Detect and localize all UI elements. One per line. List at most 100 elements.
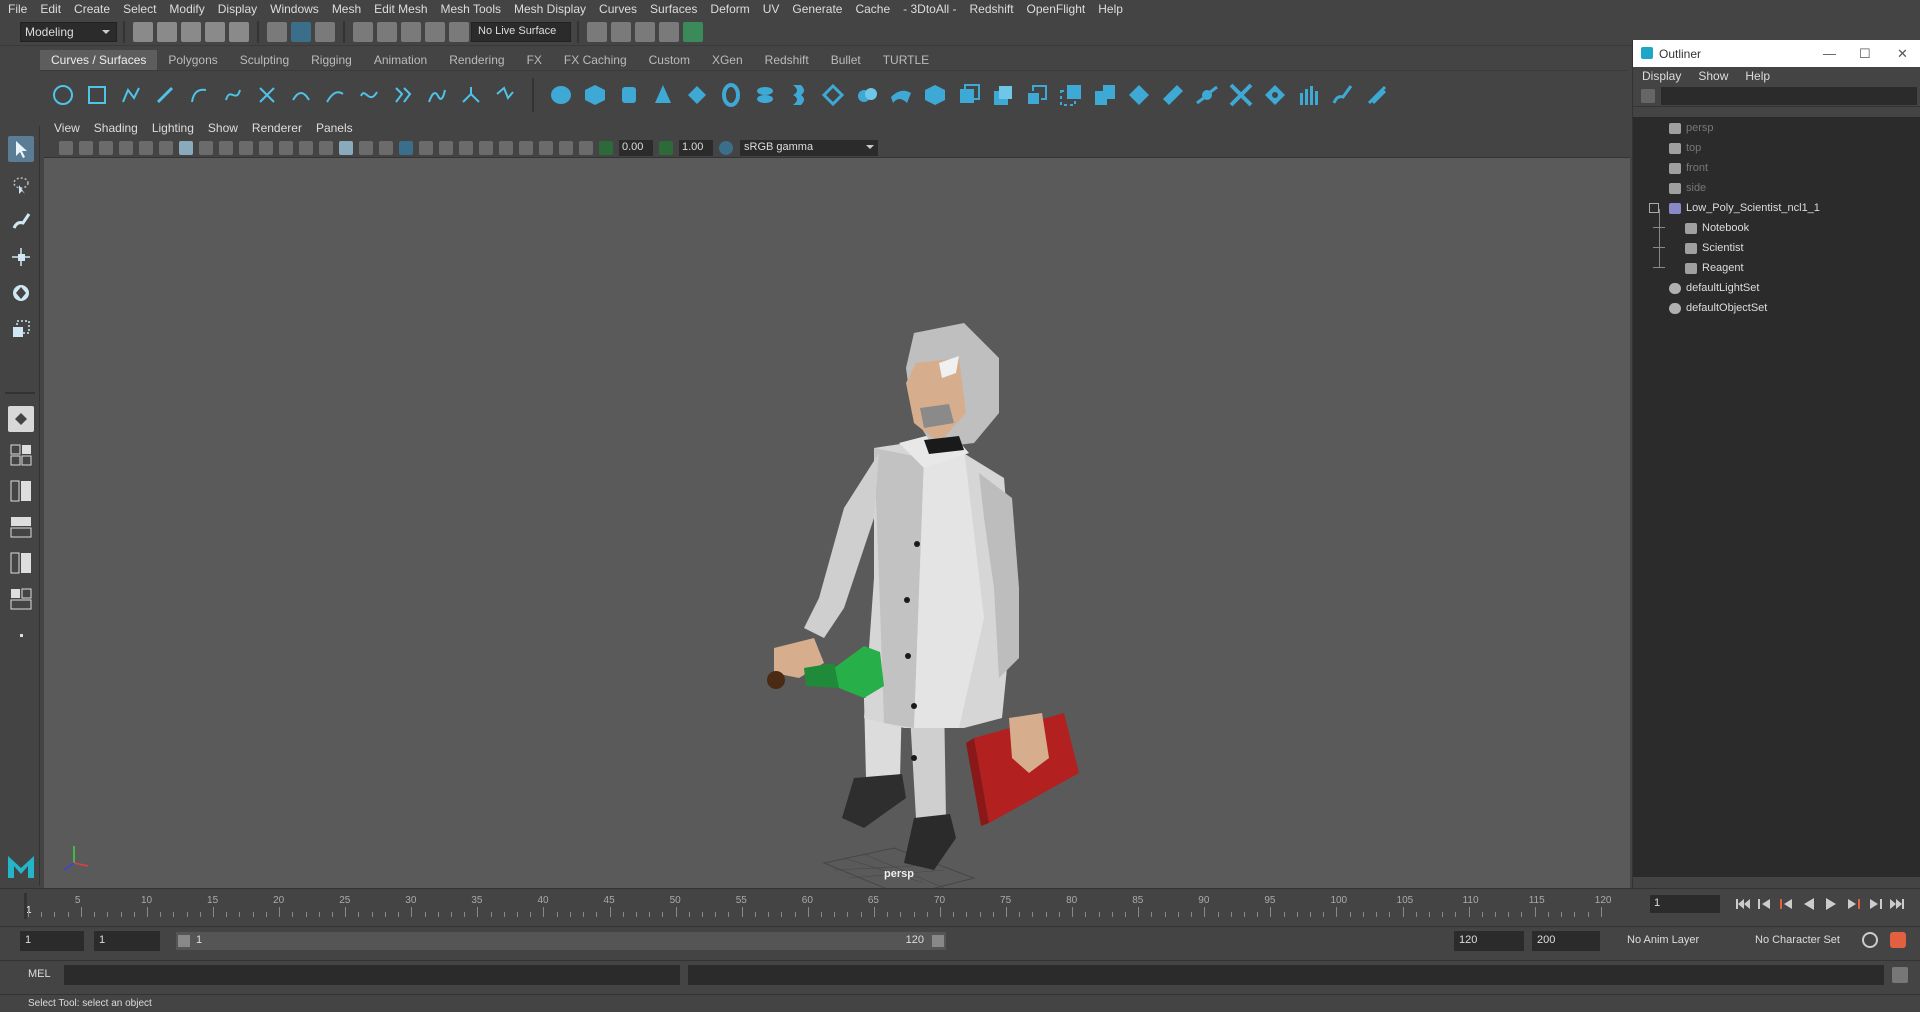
tab-polygons[interactable]: Polygons [157, 50, 229, 70]
select-tool-icon[interactable] [8, 136, 34, 162]
current-frame-field[interactable]: 1 [1650, 895, 1720, 913]
tab-fx-caching[interactable]: FX Caching [552, 50, 638, 70]
menu-cache[interactable]: Cache [855, 2, 890, 16]
open-scene-icon[interactable] [157, 21, 177, 42]
tab-rendering[interactable]: Rendering [438, 50, 516, 70]
step-back-frame-icon[interactable] [1758, 897, 1772, 911]
save-scene-icon[interactable] [181, 21, 201, 42]
gamma-icon[interactable] [659, 140, 673, 155]
color-management-icon[interactable] [719, 140, 733, 155]
rebuild-surface-icon[interactable] [1126, 82, 1152, 108]
bevel-plus-icon[interactable] [990, 82, 1016, 108]
nurbs-torus-icon[interactable] [718, 82, 744, 108]
screen-space-ao-icon[interactable] [439, 140, 453, 155]
collapse-toggle-icon[interactable] [1649, 203, 1659, 213]
menu-mesh-display[interactable]: Mesh Display [514, 2, 586, 16]
scale-tool-icon[interactable] [8, 316, 34, 342]
round-tool-icon[interactable] [1160, 82, 1186, 108]
shadows-icon[interactable] [419, 140, 433, 155]
safe-action-icon[interactable] [279, 140, 293, 155]
time-slider[interactable]: 1 5 10 15 20 25 30 35 40 45 50 55 60 65 70 75 80 85 90 95 1… [0, 888, 1920, 922]
persp-uv-layout-icon[interactable] [8, 586, 34, 612]
current-time-marker[interactable] [24, 893, 27, 919]
extend-curve-icon[interactable] [390, 82, 416, 108]
menu-generate[interactable]: Generate [792, 2, 842, 16]
extrude-icon[interactable] [854, 82, 880, 108]
tab-rigging[interactable]: Rigging [300, 50, 363, 70]
default-material-icon[interactable] [359, 140, 373, 155]
outliner-camera-item[interactable]: persp [1669, 119, 1714, 137]
viewport-menu-panels[interactable]: Panels [316, 121, 353, 135]
xray-components-icon[interactable] [579, 140, 593, 155]
tab-sculpting[interactable]: Sculpting [228, 50, 301, 70]
nurbs-square-icon[interactable] [84, 82, 110, 108]
surface-fillet-icon[interactable] [1194, 82, 1220, 108]
menu-curves[interactable]: Curves [599, 2, 637, 16]
viewport-menu-show[interactable]: Show [208, 121, 238, 135]
outliner-mesh-item[interactable]: Scientist [1653, 239, 1744, 257]
grease-pencil-icon[interactable] [159, 140, 173, 155]
hypershade-icon[interactable] [683, 21, 703, 42]
character-set-select[interactable]: No Character Set [1750, 931, 1866, 951]
outliner-menu-show[interactable]: Show [1698, 69, 1728, 83]
tab-curves-surfaces[interactable]: Curves / Surfaces [40, 50, 158, 70]
snap-grid-icon[interactable] [353, 21, 373, 42]
nurbs-cube-icon[interactable] [582, 82, 608, 108]
single-perspective-layout-icon[interactable] [8, 406, 34, 432]
smooth-shade-icon[interactable] [339, 140, 353, 155]
render-settings-icon[interactable] [659, 21, 679, 42]
playback-end-field[interactable]: 120 [1454, 931, 1524, 951]
menu-display[interactable]: Display [218, 2, 257, 16]
maximize-icon[interactable]: ☐ [1859, 46, 1871, 62]
ep-curve-icon[interactable] [118, 82, 144, 108]
go-to-start-icon[interactable] [1736, 897, 1750, 911]
field-chart-icon[interactable] [259, 140, 273, 155]
render-frame-icon[interactable] [611, 21, 631, 42]
birail-icon[interactable] [888, 82, 914, 108]
viewport-menu-view[interactable]: View [54, 121, 80, 135]
time-ruler[interactable]: 1 5 10 15 20 25 30 35 40 45 50 55 60 65 70 75 80 85 90 95 1… [20, 893, 1630, 919]
preferences-icon[interactable] [1890, 932, 1906, 948]
nurbs-cone-icon[interactable] [650, 82, 676, 108]
animation-end-field[interactable]: 200 [1532, 931, 1600, 951]
xray-joints-icon[interactable] [559, 140, 573, 155]
wireframe-icon[interactable] [319, 140, 333, 155]
stitch-icon[interactable] [1228, 82, 1254, 108]
attach-curve-icon[interactable] [424, 82, 450, 108]
depth-of-field-icon[interactable] [499, 140, 513, 155]
outliner-camera-item[interactable]: side [1669, 179, 1706, 197]
bezier-curve-icon[interactable] [220, 82, 246, 108]
persp-outliner-layout-icon[interactable] [8, 478, 34, 504]
snap-point-icon[interactable] [401, 21, 421, 42]
gate-mask-icon[interactable] [239, 140, 253, 155]
paint-select-tool-icon[interactable] [8, 208, 34, 234]
ipr-render-icon[interactable] [635, 21, 655, 42]
image-plane-icon[interactable] [119, 140, 133, 155]
close-icon[interactable]: ✕ [1897, 46, 1908, 62]
menu-file[interactable]: File [8, 2, 27, 16]
extend-surface-icon[interactable] [1058, 82, 1084, 108]
command-language-label[interactable]: MEL [28, 968, 51, 980]
exposure-field[interactable]: 0.00 [619, 139, 653, 156]
tab-turtle[interactable]: TURTLE [871, 50, 941, 70]
play-forwards-icon[interactable] [1824, 897, 1838, 911]
outliner-search-input[interactable] [1661, 86, 1917, 105]
step-forward-frame-icon[interactable] [1868, 897, 1882, 911]
command-input[interactable] [64, 965, 680, 985]
menu-modify[interactable]: Modify [169, 2, 204, 16]
menu-windows[interactable]: Windows [270, 2, 319, 16]
filter-icon[interactable] [1641, 88, 1655, 103]
menu-edit-mesh[interactable]: Edit Mesh [374, 2, 427, 16]
redo-icon[interactable] [229, 21, 249, 42]
grid-icon[interactable] [179, 140, 193, 155]
menu-uv[interactable]: UV [763, 2, 780, 16]
textured-icon[interactable] [379, 140, 393, 155]
edit-curve-icon[interactable] [492, 82, 518, 108]
menu-mesh[interactable]: Mesh [332, 2, 361, 16]
boundary-icon[interactable] [922, 82, 948, 108]
outliner-menu-display[interactable]: Display [1642, 69, 1681, 83]
use-all-lights-icon[interactable] [399, 140, 413, 155]
nurbs-circle-icon[interactable] [50, 82, 76, 108]
square-surface-icon[interactable] [956, 82, 982, 108]
cv-curve-icon[interactable] [186, 82, 212, 108]
